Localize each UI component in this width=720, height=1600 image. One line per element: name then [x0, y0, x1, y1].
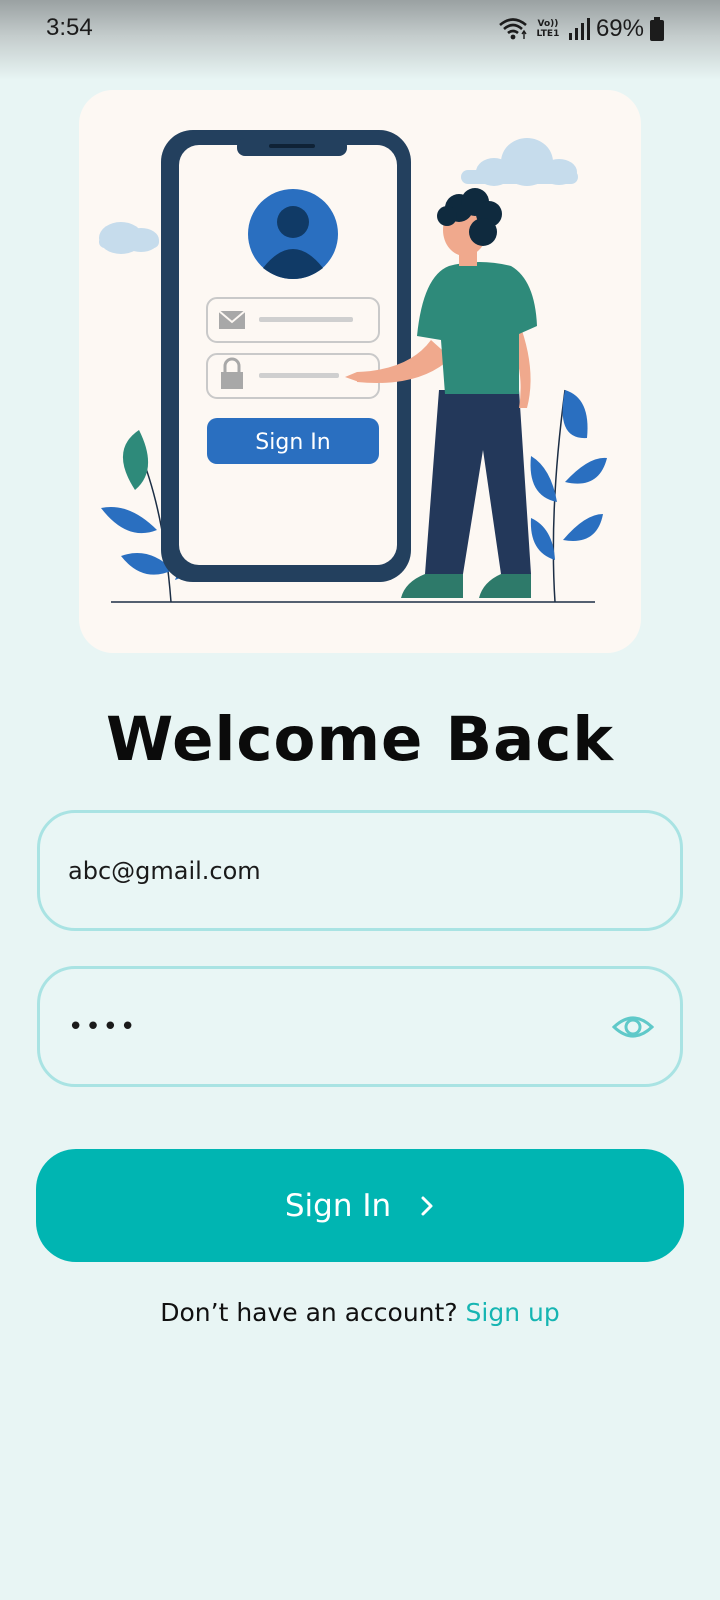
battery-percent: 69% [595, 15, 644, 42]
plant-right [530, 389, 607, 603]
volte-indicator: Vo)) LTE1 [536, 19, 560, 39]
wifi-icon [499, 18, 527, 40]
signal-icon [568, 18, 590, 40]
status-time: 3:54 [46, 14, 93, 41]
signup-prompt: Don’t have an account? Sign up [0, 1298, 720, 1327]
avatar [248, 189, 338, 279]
signup-prompt-text: Don’t have an account? [160, 1298, 466, 1327]
sign-up-link[interactable]: Sign up [466, 1298, 560, 1327]
phone-signin-text: Sign In [255, 430, 330, 455]
page-title: Welcome Back [105, 704, 614, 775]
chevron-right-icon [421, 1196, 433, 1215]
hero-illustration: Sign In [79, 90, 641, 653]
battery-icon [650, 17, 664, 41]
cloud-right [461, 138, 578, 186]
eye-icon[interactable] [612, 1009, 654, 1045]
email-field[interactable] [37, 810, 683, 931]
status-bar: 3:54 Vo)) LTE1 69% [0, 0, 720, 80]
password-input[interactable] [68, 969, 608, 1084]
login-illustration: Sign In [99, 130, 607, 603]
email-input[interactable] [68, 813, 608, 928]
sign-in-label: Sign In [284, 1187, 392, 1224]
sign-in-button[interactable]: Sign In [36, 1149, 684, 1262]
status-icons: Vo)) LTE1 69% [498, 14, 664, 44]
password-field[interactable] [37, 966, 683, 1087]
cloud-left [99, 222, 159, 254]
